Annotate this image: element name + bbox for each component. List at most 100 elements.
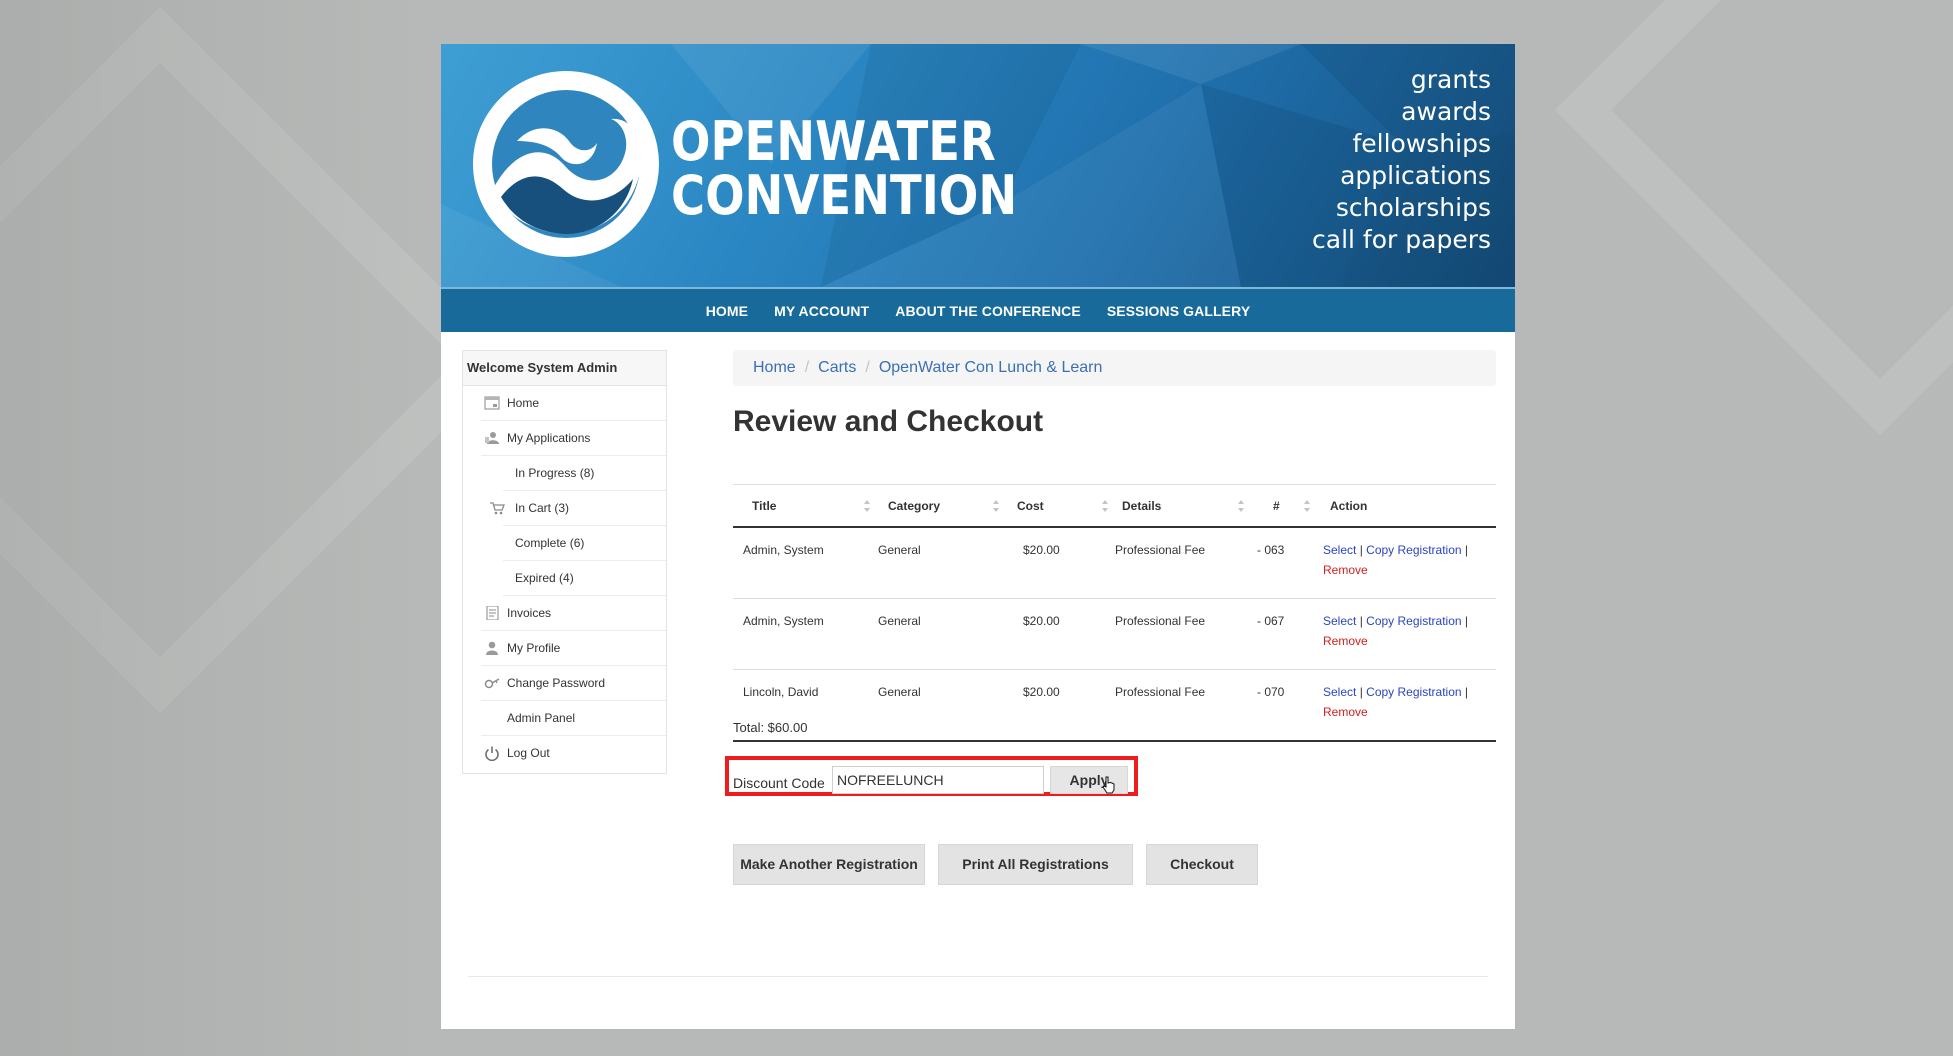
- table-row: Admin, System General $20.00 Professiona…: [733, 527, 1496, 599]
- hand-cursor-icon: [1102, 776, 1115, 794]
- cell-category: General: [878, 614, 921, 628]
- sidebar-item-log-out[interactable]: Log Out: [481, 736, 666, 770]
- brand-line-2: CONVENTION: [671, 164, 1018, 227]
- sort-icon: [1304, 500, 1310, 512]
- header-number[interactable]: #: [1251, 484, 1317, 528]
- header-banner: OPENWATER CONVENTION grants awards fello…: [441, 44, 1515, 287]
- discount-code-input[interactable]: [832, 766, 1044, 794]
- remove-link[interactable]: Remove: [1323, 563, 1368, 577]
- sidebar-item-my-profile[interactable]: My Profile: [481, 631, 666, 666]
- sidebar-item-invoices[interactable]: Invoices: [481, 596, 666, 631]
- cell-details: Professional Fee: [1115, 543, 1206, 557]
- table-row: Lincoln, David General $20.00 Profession…: [733, 669, 1496, 742]
- sidebar-item-complete[interactable]: Complete (6): [503, 526, 666, 561]
- tagline: fellowships: [1352, 129, 1491, 158]
- sidebar: Welcome System Admin Home My Application…: [462, 350, 667, 774]
- sidebar-item-label: In Cart (3): [515, 501, 570, 515]
- power-icon: [485, 746, 499, 761]
- discount-code-label: Discount Code: [733, 775, 825, 791]
- cart-table: Title Category Cost Details # Action Adm…: [733, 484, 1496, 742]
- remove-link[interactable]: Remove: [1323, 705, 1368, 719]
- make-another-registration-button[interactable]: Make Another Registration: [733, 844, 925, 885]
- cart-icon: [490, 502, 505, 515]
- action-separator: |: [1359, 543, 1363, 557]
- cell-number: - 063: [1257, 543, 1285, 557]
- sort-icon: [1102, 500, 1108, 512]
- remove-link[interactable]: Remove: [1323, 634, 1368, 648]
- site-container: OPENWATER CONVENTION grants awards fello…: [441, 44, 1515, 1029]
- action-separator: |: [1464, 614, 1469, 628]
- sidebar-item-expired[interactable]: Expired (4): [503, 561, 666, 596]
- breadcrumb: Home / Carts / OpenWater Con Lunch & Lea…: [733, 350, 1496, 386]
- sidebar-item-label: My Profile: [507, 641, 561, 655]
- tagline: applications: [1340, 161, 1491, 190]
- sidebar-item-label: Admin Panel: [507, 711, 576, 725]
- header-action: Action: [1317, 484, 1496, 528]
- openwater-logo-icon: [473, 71, 659, 257]
- action-separator: |: [1359, 614, 1363, 628]
- header-cost[interactable]: Cost: [1006, 484, 1115, 528]
- breadcrumb-current[interactable]: OpenWater Con Lunch & Learn: [879, 359, 1103, 377]
- header-action-label: Action: [1330, 498, 1368, 513]
- sidebar-item-label: Change Password: [507, 676, 606, 690]
- tagline: call for papers: [1312, 225, 1491, 254]
- sidebar-item-in-progress[interactable]: In Progress (8): [503, 456, 666, 491]
- table-row: Admin, System General $20.00 Professiona…: [733, 598, 1496, 670]
- sidebar-item-label: Expired (4): [515, 571, 574, 585]
- select-link[interactable]: Select: [1323, 543, 1356, 557]
- background-shade: [0, 0, 420, 1056]
- calendar-icon: [484, 396, 500, 410]
- cell-category: General: [878, 685, 921, 699]
- nav-home[interactable]: HOME: [693, 303, 761, 319]
- sort-icon: [864, 500, 870, 512]
- apply-discount-button[interactable]: Apply: [1050, 766, 1128, 794]
- select-link[interactable]: Select: [1323, 685, 1356, 699]
- nav-about-conference[interactable]: ABOUT THE CONFERENCE: [882, 303, 1094, 319]
- sort-icon: [1238, 500, 1244, 512]
- brand-name: OPENWATER CONVENTION: [671, 115, 1017, 223]
- sidebar-item-home[interactable]: Home: [481, 386, 666, 421]
- breadcrumb-separator: /: [804, 359, 810, 376]
- tagline: scholarships: [1335, 193, 1491, 222]
- copy-registration-link[interactable]: Copy Registration: [1366, 685, 1461, 699]
- sort-icon: [993, 500, 999, 512]
- action-separator: |: [1464, 543, 1469, 557]
- cell-cost: $20.00: [1023, 685, 1060, 699]
- table-header-row: Title Category Cost Details # Action: [733, 484, 1496, 528]
- page-title: Review and Checkout: [733, 405, 1044, 438]
- header-category-label: Category: [888, 498, 941, 513]
- breadcrumb-home[interactable]: Home: [753, 359, 796, 377]
- sidebar-item-label: Invoices: [507, 606, 552, 620]
- sidebar-item-my-applications[interactable]: My Applications: [481, 421, 666, 456]
- header-details-label: Details: [1122, 498, 1162, 513]
- header-details[interactable]: Details: [1115, 484, 1251, 528]
- nav-sessions-gallery[interactable]: SESSIONS GALLERY: [1094, 303, 1263, 319]
- cell-details: Professional Fee: [1115, 614, 1206, 628]
- cell-category: General: [878, 543, 921, 557]
- footer-divider: [468, 976, 1488, 977]
- sidebar-item-in-cart[interactable]: In Cart (3): [490, 491, 666, 526]
- header-number-label: #: [1273, 498, 1280, 513]
- header-category[interactable]: Category: [877, 484, 1006, 528]
- sidebar-item-label: My Applications: [507, 431, 591, 445]
- sidebar-item-change-password[interactable]: Change Password: [481, 666, 666, 701]
- copy-registration-link[interactable]: Copy Registration: [1366, 543, 1461, 557]
- copy-registration-link[interactable]: Copy Registration: [1366, 614, 1461, 628]
- background-decoration: [1554, 0, 1953, 436]
- user-icon: [485, 432, 499, 444]
- cell-title: Lincoln, David: [743, 685, 819, 699]
- main-nav: HOME MY ACCOUNT ABOUT THE CONFERENCE SES…: [441, 287, 1515, 332]
- checkout-button[interactable]: Checkout: [1146, 844, 1258, 885]
- print-all-registrations-button[interactable]: Print All Registrations: [938, 844, 1133, 885]
- header-cost-label: Cost: [1017, 498, 1044, 513]
- cell-title: Admin, System: [743, 614, 824, 628]
- sidebar-item-label: Log Out: [507, 746, 550, 760]
- cell-cost: $20.00: [1023, 543, 1060, 557]
- header-title[interactable]: Title: [733, 484, 877, 528]
- sidebar-item-label: In Progress (8): [515, 466, 595, 480]
- sidebar-item-admin-panel[interactable]: Admin Panel: [481, 701, 666, 736]
- brand-line-1: OPENWATER: [671, 110, 996, 173]
- select-link[interactable]: Select: [1323, 614, 1356, 628]
- breadcrumb-carts[interactable]: Carts: [818, 359, 856, 377]
- nav-my-account[interactable]: MY ACCOUNT: [761, 303, 882, 319]
